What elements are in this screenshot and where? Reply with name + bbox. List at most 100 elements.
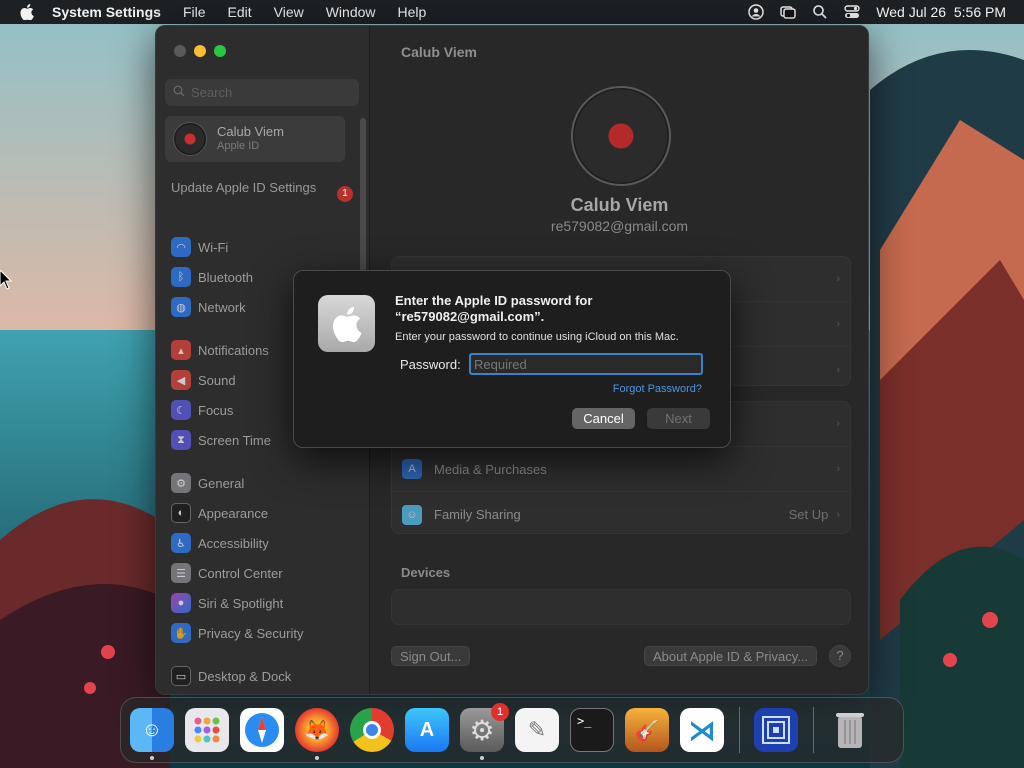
profile-email: re579082@gmail.com <box>550 218 689 234</box>
password-field[interactable] <box>469 353 703 375</box>
chrome-icon <box>363 721 381 739</box>
menu-edit[interactable]: Edit <box>228 4 252 20</box>
help-button[interactable]: ? <box>829 645 851 667</box>
zoom-window-button[interactable] <box>214 45 226 57</box>
account-name: Calub Viem <box>217 124 284 139</box>
dock-app-store[interactable]: A <box>405 708 449 752</box>
sidebar-item-label: Control Center <box>198 565 283 581</box>
moon-icon: ☾ <box>171 400 191 420</box>
update-label: Update Apple ID Settings <box>171 180 317 195</box>
sidebar-item-desktop-dock[interactable]: ▭ Desktop & Dock <box>171 661 356 691</box>
sidebar-item-label: Focus <box>198 402 234 418</box>
screen-mirroring-icon[interactable] <box>780 4 797 20</box>
sidebar-item-label: Privacy & Security <box>198 625 304 641</box>
siri-icon: ● <box>171 593 191 613</box>
dock-launchpad[interactable] <box>185 708 229 752</box>
sidebar-item-label: Network <box>198 299 246 315</box>
sidebar-item-wifi[interactable]: ◠ Wi-Fi <box>171 232 356 262</box>
sidebar-item-label: Appearance <box>198 505 269 521</box>
app-store-icon: A <box>402 459 422 479</box>
hand-icon: ✋ <box>171 623 191 643</box>
sidebar-item-label: Wi-Fi <box>198 239 229 255</box>
menu-file[interactable]: File <box>183 4 206 20</box>
guitar-icon: 🎸 <box>634 719 660 742</box>
update-apple-id-settings[interactable]: Update Apple ID Settings 1 <box>171 180 353 202</box>
row-label: Family Sharing <box>434 507 521 522</box>
menu-help[interactable]: Help <box>398 4 427 20</box>
sidebar-item-accessibility[interactable]: ♿ Accessibility <box>171 528 356 558</box>
safari-compass-icon <box>245 713 279 747</box>
dialog-subtitle: Enter your password to continue using iC… <box>395 331 679 343</box>
sidebar-search[interactable] <box>165 79 359 106</box>
about-apple-id-privacy-button[interactable]: About Apple ID & Privacy... <box>644 646 818 666</box>
menu-app-name[interactable]: System Settings <box>52 4 161 20</box>
profile-name: Calub Viem <box>570 195 669 215</box>
menu-window[interactable]: Window <box>326 4 376 20</box>
control-center-icon: ☰ <box>171 563 191 583</box>
media-purchases-row[interactable]: A Media & Purchases › <box>392 447 850 492</box>
dock-safari[interactable] <box>240 708 284 752</box>
dock-textedit[interactable]: ✎ <box>515 708 559 752</box>
speaker-icon: ◀ <box>171 370 191 390</box>
forgot-password-link[interactable]: Forgot Password? <box>613 383 702 395</box>
dock-garageband[interactable]: 🎸 <box>625 708 669 752</box>
row-label: Media & Purchases <box>434 461 547 477</box>
sidebar-apple-id-account[interactable]: Calub Viem Apple ID <box>165 116 345 162</box>
devices-list <box>391 589 851 625</box>
terminal-icon: >_ <box>577 714 592 728</box>
apple-menu-icon[interactable] <box>16 4 38 20</box>
sidebar-item-privacy-security[interactable]: ✋ Privacy & Security <box>171 618 356 648</box>
bluetooth-icon: ᛒ <box>171 267 191 287</box>
dock-minimized-window[interactable] <box>754 708 798 752</box>
app-store-icon: A <box>419 718 435 741</box>
cancel-button[interactable]: Cancel <box>572 408 635 429</box>
dock-chrome[interactable] <box>350 708 394 752</box>
bell-icon: ▴ <box>171 340 191 360</box>
textedit-icon: ✎ <box>527 717 547 742</box>
family-sharing-row[interactable]: ☺ Family Sharing Set Up › <box>392 492 850 537</box>
minimized-window-icon <box>762 716 790 744</box>
dock-vscode[interactable]: ⋊ <box>680 708 724 752</box>
wifi-icon: ◠ <box>171 237 191 257</box>
gear-icon: ⚙ <box>171 473 191 493</box>
family-sharing-value: Set Up <box>788 507 829 522</box>
menu-view[interactable]: View <box>274 4 304 20</box>
next-button[interactable]: Next <box>647 408 710 429</box>
sign-out-button[interactable]: Sign Out... <box>391 646 471 666</box>
sidebar-item-label: Desktop & Dock <box>198 668 292 684</box>
user-account-icon[interactable] <box>748 4 765 20</box>
sidebar-item-appearance[interactable]: ◐ Appearance <box>171 498 356 528</box>
devices-heading: Devices <box>401 565 451 580</box>
apple-logo-icon <box>318 295 375 352</box>
spotlight-search-icon[interactable] <box>812 4 828 20</box>
search-icon <box>173 85 185 100</box>
profile-avatar[interactable] <box>571 86 671 186</box>
dock-firefox[interactable]: 🦊 <box>295 708 339 760</box>
dock-trash[interactable] <box>828 708 872 752</box>
close-window-button[interactable] <box>174 45 186 57</box>
gear-icon: ⚙ <box>469 714 495 746</box>
system-settings-badge: 1 <box>491 703 509 721</box>
menu-bar: System Settings File Edit View Window He… <box>0 0 1024 24</box>
accessibility-icon: ♿ <box>171 533 191 553</box>
sidebar-item-label: Bluetooth <box>198 269 253 285</box>
menu-clock[interactable]: Wed Jul 26 5:56 PM <box>876 4 1006 20</box>
sidebar-item-label: Sound <box>198 372 236 388</box>
search-input[interactable] <box>191 85 341 100</box>
sidebar-item-control-center[interactable]: ☰ Control Center <box>171 558 356 588</box>
sidebar-item-label: Notifications <box>198 342 269 358</box>
control-center-icon[interactable] <box>844 4 860 20</box>
globe-icon: ◍ <box>171 297 191 317</box>
firefox-icon: 🦊 <box>304 719 330 742</box>
dock-system-settings[interactable]: ⚙ 1 <box>460 703 509 760</box>
sidebar-item-siri-spotlight[interactable]: ● Siri & Spotlight <box>171 588 356 618</box>
hourglass-icon: ⧗ <box>171 430 191 450</box>
dock-separator <box>739 707 740 753</box>
dock-terminal[interactable]: >_ <box>570 708 614 752</box>
sidebar-item-label: Siri & Spotlight <box>198 595 284 611</box>
trash-icon <box>836 713 864 748</box>
minimize-window-button[interactable] <box>194 45 206 57</box>
dock-finder[interactable]: ☺ <box>130 708 174 760</box>
sidebar-item-label: General <box>198 475 245 491</box>
sidebar-item-general[interactable]: ⚙ General <box>171 468 356 498</box>
